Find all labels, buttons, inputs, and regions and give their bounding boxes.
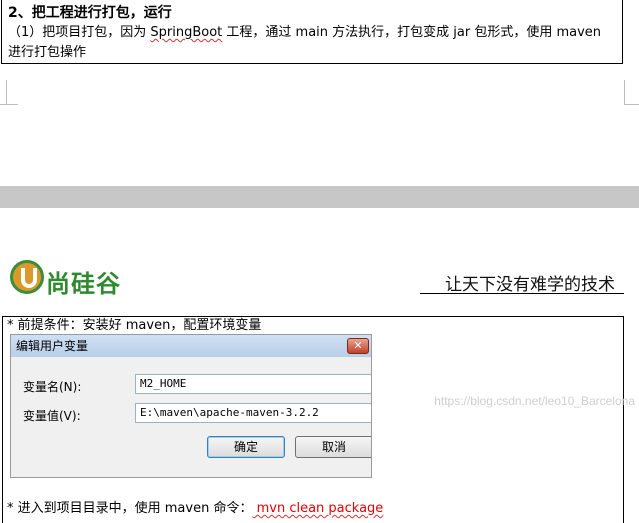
maven-command: mvn clean package — [252, 501, 384, 516]
paragraph: （1）把项目打包，因为 SpringBoot 工程，通过 main 方法执行，打… — [8, 23, 616, 63]
slogan: 让天下没有难学的技术 — [445, 275, 615, 295]
bullet-prerequisite: * 前提条件：安装好 maven，配置环境变量 — [7, 318, 262, 333]
section-heading: 2、把工程进行打包，运行 — [8, 5, 172, 21]
ok-button: 确定 — [207, 436, 285, 458]
watermark: https://blog.csdn.net/leo10_Barcelona — [434, 394, 635, 408]
margin-marker-left-h — [0, 104, 18, 105]
spellcheck-word: SpringBoot — [150, 25, 223, 40]
header-rule — [420, 293, 624, 294]
content-box: * 前提条件：安装好 maven，配置环境变量 编辑用户变量 ✕ 变量名(N):… — [2, 316, 624, 523]
logo: 尚硅谷 — [10, 258, 160, 302]
variable-name-field: M2_HOME — [135, 374, 371, 394]
dialog-title: 编辑用户变量 — [11, 335, 371, 357]
bullet-command: * 进入到项目目录中，使用 maven 命令： mvn clean packag… — [7, 501, 383, 517]
logo-icon — [10, 260, 44, 294]
margin-marker-left — [6, 80, 7, 104]
margin-marker-right — [624, 80, 625, 104]
logo-brand-text: 尚硅谷 — [46, 270, 121, 298]
command-instruction: * 进入到项目目录中，使用 maven 命令： — [7, 501, 253, 516]
paragraph-prefix: （1）把项目打包，因为 — [8, 25, 151, 40]
variable-value-field: E:\maven\apache-maven-3.2.2 — [135, 403, 371, 423]
cancel-button: 取消 — [295, 436, 371, 458]
page-separator — [0, 186, 639, 208]
close-icon: ✕ — [347, 338, 369, 354]
document-page-top: 2、把工程进行打包，运行 （1）把项目打包，因为 SpringBoot 工程，通… — [0, 0, 639, 186]
variable-name-label: 变量名(N): — [23, 380, 82, 394]
margin-marker-right-h — [624, 104, 639, 105]
document-page-bottom: 尚硅谷 让天下没有难学的技术 * 前提条件：安装好 maven，配置环境变量 编… — [0, 208, 639, 523]
text-box-section: 2、把工程进行打包，运行 （1）把项目打包，因为 SpringBoot 工程，通… — [1, 0, 623, 64]
edit-user-variable-dialog-image: 编辑用户变量 ✕ 变量名(N): M2_HOME 变量值(V): E:\mave… — [10, 334, 372, 478]
variable-value-label: 变量值(V): — [23, 409, 81, 423]
